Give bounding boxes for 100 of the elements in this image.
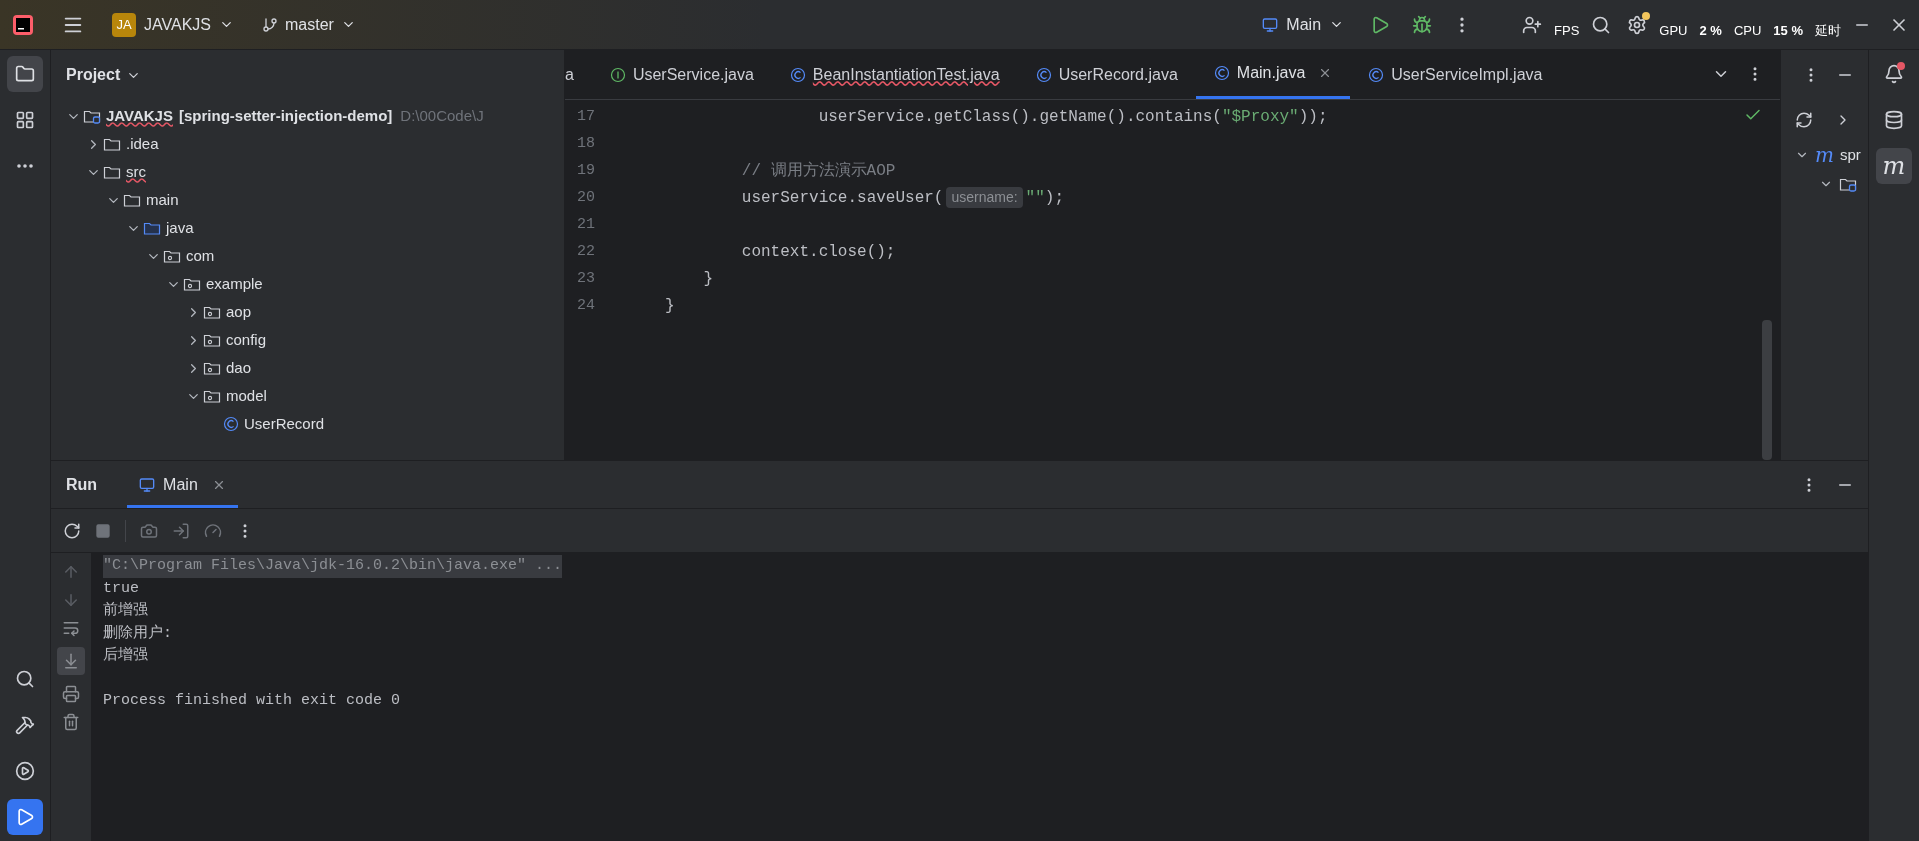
- code-comment: // 调用方法演示AOP: [740, 160, 896, 182]
- tree-item[interactable]: aop: [226, 300, 252, 324]
- perf-overlay-text: CPU: [1733, 21, 1762, 40]
- console-output: 前增强: [103, 601, 148, 621]
- branch-selector[interactable]: master: [258, 8, 360, 41]
- interface-icon: [609, 66, 626, 83]
- editor-tab[interactable]: Main.java: [1195, 50, 1351, 99]
- package-icon: [203, 332, 221, 348]
- class-icon: [789, 66, 806, 83]
- class-icon: [1368, 66, 1385, 83]
- project-folder-icon: [15, 64, 35, 84]
- console-command: "C:\Program Files\Java\jdk-16.0.2\bin\java.exe" ...: [103, 555, 563, 578]
- tree-item[interactable]: UserRecord: [244, 412, 325, 436]
- perf-overlay-text: FPS: [1554, 21, 1580, 40]
- camera-icon[interactable]: [140, 521, 158, 540]
- rerun-icon[interactable]: [63, 521, 81, 540]
- hammer-icon: [15, 715, 35, 735]
- folder-icon: [123, 192, 141, 208]
- print-icon[interactable]: [62, 685, 80, 703]
- tree-item[interactable]: model: [226, 384, 267, 408]
- editor-tab[interactable]: UserRecord.java: [1017, 50, 1196, 99]
- settings-icon[interactable]: [1627, 14, 1648, 35]
- string-literal: "": [1025, 187, 1045, 209]
- workspace-switcher[interactable]: JA JAVAKJS: [108, 8, 238, 41]
- line-number: 18: [576, 134, 596, 154]
- branch-icon: [262, 16, 278, 33]
- parameter-hint: username:: [946, 187, 1023, 208]
- tree-item[interactable]: example: [206, 272, 263, 296]
- tree-item[interactable]: java: [166, 216, 194, 240]
- package-icon: [203, 388, 221, 404]
- stop-icon[interactable]: [95, 522, 111, 539]
- run-icon[interactable]: [1370, 14, 1391, 35]
- services-icon: [15, 761, 35, 781]
- class-icon: [223, 416, 239, 432]
- editor-tab[interactable]: a: [565, 50, 592, 99]
- perf-overlay-text: 延时: [1815, 21, 1841, 40]
- window-icon: [1262, 16, 1279, 33]
- editor-tab[interactable]: BeanInstantiationTest.java: [771, 50, 1018, 99]
- bell-icon: [1884, 64, 1904, 84]
- structure-icon: [15, 110, 35, 130]
- module-icon: [83, 108, 101, 124]
- tree-item[interactable]: config: [226, 328, 267, 352]
- tree-item[interactable]: com: [186, 244, 215, 268]
- console-output: Process finished with exit code 0: [103, 691, 401, 711]
- search-icon[interactable]: [1591, 14, 1612, 35]
- search-icon: [15, 669, 35, 689]
- tree-item[interactable]: dao: [226, 356, 252, 380]
- line-number: 17: [576, 107, 596, 127]
- perf-overlay-text: GPU: [1659, 21, 1688, 40]
- scroll-to-end-icon[interactable]: [62, 652, 80, 670]
- line-number: 21: [576, 215, 596, 235]
- tree-item[interactable]: src: [126, 160, 146, 184]
- add-user-icon[interactable]: [1522, 14, 1543, 35]
- profiler-icon[interactable]: [204, 521, 222, 540]
- run-config-selector[interactable]: Main: [1258, 8, 1349, 41]
- package-icon: [203, 304, 221, 320]
- reload-icon[interactable]: [1795, 111, 1813, 129]
- soft-wrap-icon[interactable]: [62, 619, 80, 637]
- code-text: ));: [1298, 106, 1328, 128]
- tool-window-button[interactable]: [7, 799, 43, 835]
- panel-title: Run: [66, 474, 98, 495]
- perf-overlay-text: 2 %: [1699, 21, 1722, 40]
- window-icon: [139, 476, 156, 493]
- tree-item[interactable]: main: [146, 188, 179, 212]
- class-icon: [1035, 66, 1052, 83]
- class-icon: [1213, 65, 1230, 81]
- perf-overlay-text: 15 %: [1773, 21, 1803, 40]
- editor-tab[interactable]: UserService.java: [591, 50, 772, 99]
- code-text: context.close();: [740, 241, 896, 263]
- debug-icon[interactable]: [1412, 14, 1433, 35]
- line-number: 19: [576, 161, 596, 181]
- module-name: [spring-setter-injection-demo]: [178, 105, 393, 126]
- tool-window-button[interactable]: [7, 56, 43, 92]
- tree-item[interactable]: spr: [1839, 143, 1861, 167]
- code-text: }: [665, 295, 675, 317]
- folder-icon: [103, 164, 121, 180]
- maven-button[interactable]: m: [1876, 148, 1912, 184]
- editor-tab[interactable]: UserServiceImpl.java: [1350, 50, 1561, 99]
- line-number: 23: [576, 269, 596, 289]
- attach-icon[interactable]: [172, 521, 190, 540]
- module-path: D:\00Code\J: [400, 105, 484, 126]
- run-tab[interactable]: Main: [127, 461, 238, 508]
- console-output: 删除用户:: [103, 623, 172, 644]
- code-text: );: [1044, 187, 1064, 209]
- string-literal: "$Proxy": [1221, 106, 1299, 128]
- line-number: 24: [576, 296, 596, 316]
- project-view-selector[interactable]: Project: [66, 63, 142, 87]
- app-logo-icon: [12, 13, 34, 36]
- database-icon: [1884, 110, 1904, 130]
- line-number: 22: [576, 242, 596, 262]
- trash-icon[interactable]: [62, 713, 80, 731]
- tree-item[interactable]: JAVAKJS: [106, 104, 173, 128]
- console-output: true: [103, 578, 139, 599]
- source-folder-icon: [143, 220, 161, 236]
- package-icon: [183, 276, 201, 292]
- console-output: 后增强: [103, 645, 148, 666]
- code-text: userService.getClass().getName().contains(: [817, 106, 1222, 128]
- folder-icon: [103, 136, 121, 152]
- code-text: userService.saveUser(: [740, 187, 944, 209]
- tree-item[interactable]: .idea: [126, 132, 159, 156]
